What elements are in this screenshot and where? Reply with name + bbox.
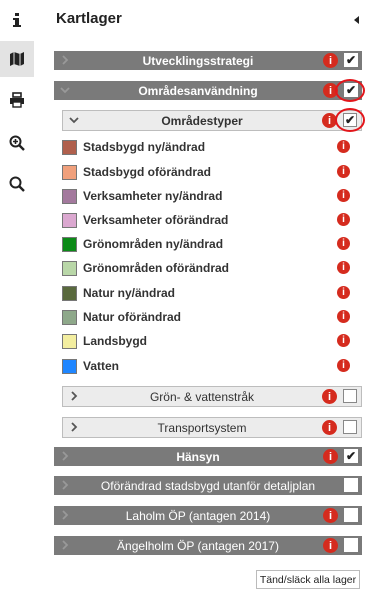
layer-angelholm[interactable]: Ängelholm ÖP (antagen 2017) i bbox=[54, 536, 362, 555]
legend-item: Grönområden ny/ändrad i bbox=[62, 235, 356, 253]
map-icon[interactable] bbox=[0, 41, 34, 77]
layer-label: Oförändrad stadsbygd utanför detaljplan bbox=[100, 478, 316, 493]
layer-label: Områdestyper bbox=[161, 113, 243, 128]
layer-checkbox[interactable] bbox=[344, 538, 358, 552]
legend-item: Verksamheter oförändrad i bbox=[62, 211, 356, 229]
layer-laholm[interactable]: Laholm ÖP (antagen 2014) i bbox=[54, 506, 362, 525]
chevron-right-icon[interactable] bbox=[60, 55, 70, 65]
legend-item: Grönområden oförändrad i bbox=[62, 259, 356, 277]
legend-label: Grönområden oförändrad bbox=[83, 261, 230, 275]
info-icon[interactable]: i bbox=[337, 165, 350, 178]
legend-label: Stadsbygd ny/ändrad bbox=[83, 140, 206, 154]
legend-item: Stadsbygd ny/ändrad i bbox=[62, 138, 356, 156]
info-icon[interactable] bbox=[0, 2, 34, 38]
chevron-right-icon[interactable] bbox=[60, 451, 70, 461]
color-swatch bbox=[62, 260, 77, 276]
layer-utvecklingsstrategi[interactable]: Utvecklingsstrategi i ✔ bbox=[54, 51, 362, 70]
check-icon: ✔ bbox=[345, 53, 357, 67]
color-swatch bbox=[62, 164, 77, 180]
legend-item: Stadsbygd oförändrad i bbox=[62, 163, 356, 181]
info-icon[interactable]: i bbox=[337, 261, 350, 274]
highlight-ring bbox=[335, 108, 365, 132]
legend-item: Natur ny/ändrad i bbox=[62, 284, 356, 302]
info-icon[interactable]: i bbox=[337, 237, 350, 250]
chevron-right-icon[interactable] bbox=[60, 510, 70, 520]
legend-label: Vatten bbox=[83, 359, 120, 373]
legend-label: Stadsbygd oförändrad bbox=[83, 165, 212, 179]
highlight-ring bbox=[335, 79, 365, 102]
legend-item: Landsbygd i bbox=[62, 332, 356, 350]
info-icon[interactable]: i bbox=[337, 359, 350, 372]
legend-item: Vatten i bbox=[62, 357, 356, 375]
color-swatch bbox=[62, 309, 77, 325]
layer-checkbox[interactable] bbox=[343, 420, 357, 434]
toggle-all-layers-button[interactable]: Tänd/släck alla lager bbox=[256, 570, 360, 589]
left-toolbar bbox=[0, 0, 34, 595]
layer-label: Transportsystem bbox=[157, 420, 247, 435]
chevron-down-icon[interactable] bbox=[60, 85, 70, 95]
layer-omradesanvandning[interactable]: Områdesanvändning i ✔ bbox=[54, 81, 362, 100]
layer-checkbox[interactable]: ✔ bbox=[344, 449, 358, 463]
legend-label: Verksamheter oförändrad bbox=[83, 213, 229, 227]
zoom-in-icon[interactable] bbox=[0, 125, 34, 161]
layer-hansyn[interactable]: Hänsyn i ✔ bbox=[54, 447, 362, 466]
search-icon[interactable] bbox=[0, 166, 34, 202]
layer-omradestyper[interactable]: Områdestyper i ✔ bbox=[62, 110, 362, 131]
color-swatch bbox=[62, 358, 77, 374]
color-swatch bbox=[62, 212, 77, 228]
layer-label: Laholm ÖP (antagen 2014) bbox=[125, 508, 271, 523]
info-icon[interactable]: i bbox=[322, 389, 337, 404]
layer-checkbox[interactable] bbox=[344, 508, 358, 522]
info-icon[interactable]: i bbox=[322, 420, 337, 435]
layer-label: Utvecklingsstrategi bbox=[142, 53, 254, 68]
layer-label: Områdesanvändning bbox=[138, 83, 258, 98]
panel-title: Kartlager bbox=[56, 10, 122, 27]
info-icon[interactable]: i bbox=[337, 310, 350, 323]
info-icon[interactable]: i bbox=[323, 53, 338, 68]
legend-label: Natur ny/ändrad bbox=[83, 286, 176, 300]
info-icon[interactable]: i bbox=[323, 538, 338, 553]
layer-label: Hänsyn bbox=[176, 449, 220, 464]
layer-gronvatten[interactable]: Grön- & vattenstråk i bbox=[62, 386, 362, 407]
info-icon[interactable]: i bbox=[337, 140, 350, 153]
color-swatch bbox=[62, 333, 77, 349]
layer-oforandrad[interactable]: Oförändrad stadsbygd utanför detaljplan bbox=[54, 476, 362, 495]
legend-label: Landsbygd bbox=[83, 334, 148, 348]
color-swatch bbox=[62, 285, 77, 301]
legend-item: Verksamheter ny/ändrad i bbox=[62, 187, 356, 205]
chevron-right-icon[interactable] bbox=[60, 540, 70, 550]
info-icon[interactable]: i bbox=[337, 213, 350, 226]
legend-label: Grönområden ny/ändrad bbox=[83, 237, 224, 251]
layer-transport[interactable]: Transportsystem i bbox=[62, 417, 362, 438]
chevron-right-icon[interactable] bbox=[69, 391, 79, 401]
legend-label: Verksamheter ny/ändrad bbox=[83, 189, 223, 203]
layer-label: Ängelholm ÖP (antagen 2017) bbox=[117, 538, 279, 553]
layer-checkbox[interactable]: ✔ bbox=[344, 53, 358, 67]
info-icon[interactable]: i bbox=[337, 189, 350, 202]
info-icon[interactable]: i bbox=[323, 449, 338, 464]
info-icon[interactable]: i bbox=[323, 508, 338, 523]
color-swatch bbox=[62, 188, 77, 204]
color-swatch bbox=[62, 139, 77, 155]
legend-label: Natur oförändrad bbox=[83, 310, 182, 324]
color-swatch bbox=[62, 236, 77, 252]
collapse-panel-icon[interactable] bbox=[354, 16, 359, 24]
check-icon: ✔ bbox=[345, 449, 357, 463]
chevron-right-icon[interactable] bbox=[69, 422, 79, 432]
chevron-right-icon[interactable] bbox=[60, 480, 70, 490]
print-icon[interactable] bbox=[0, 82, 34, 118]
chevron-down-icon[interactable] bbox=[69, 115, 79, 125]
legend-item: Natur oförändrad i bbox=[62, 308, 356, 326]
info-icon[interactable]: i bbox=[337, 334, 350, 347]
info-icon[interactable]: i bbox=[337, 286, 350, 299]
layer-checkbox[interactable] bbox=[344, 478, 358, 492]
layer-checkbox[interactable] bbox=[343, 389, 357, 403]
layer-label: Grön- & vattenstråk bbox=[149, 389, 255, 404]
